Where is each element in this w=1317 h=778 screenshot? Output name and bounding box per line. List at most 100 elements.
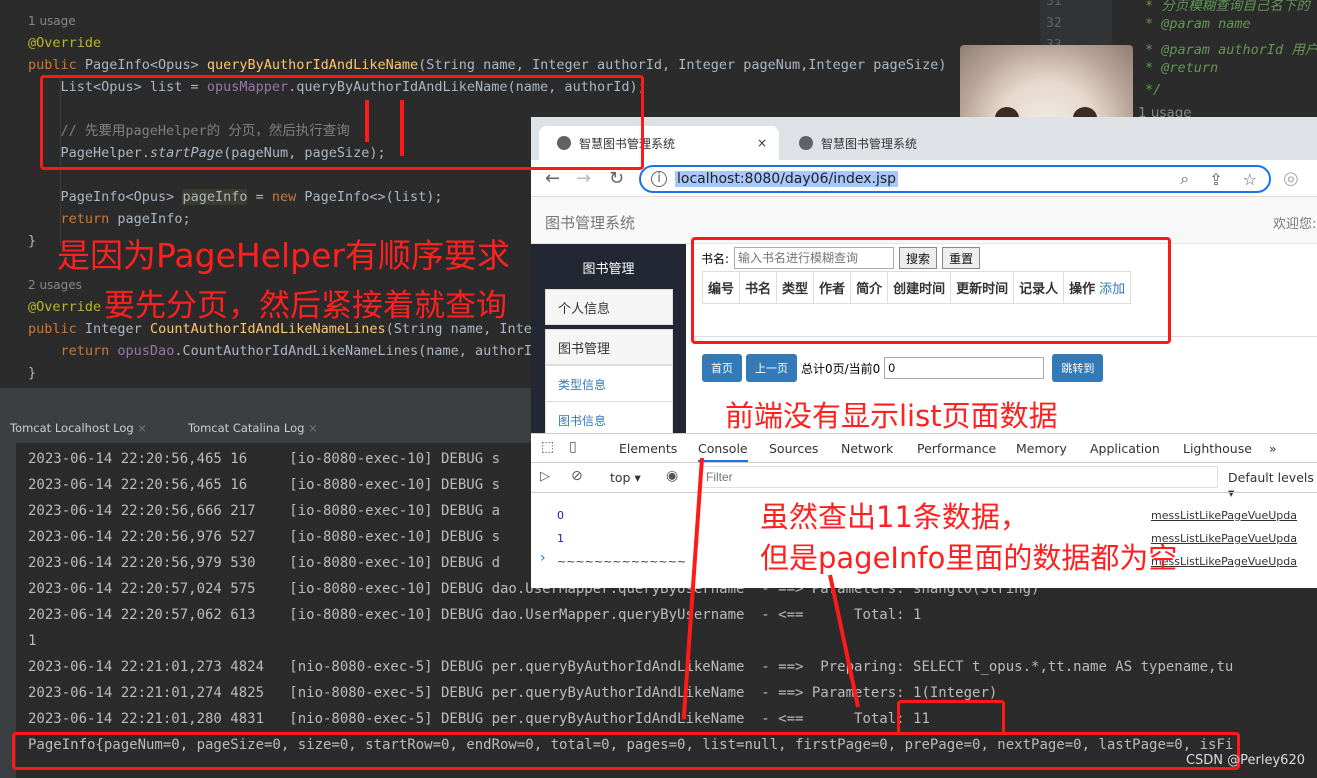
code-token: pageInfo [182,189,248,205]
page-summary: 总计0页/当前0 [801,361,881,376]
code-token: new [271,189,305,205]
console-message: 0 [557,509,564,522]
tab-tomcat-localhost-log[interactable]: Tomcat Localhost Log × [10,421,147,435]
sidebar-item-book-management[interactable]: 图书管理 [545,329,673,365]
log-levels-dropdown[interactable]: Default levels ▾ [1228,470,1317,500]
code-line[interactable]: PageInfo<Opus> pageInfo = new PageInfo<>… [28,186,443,208]
code-token: pageInfo; [117,211,191,227]
url-text[interactable]: localhost:8080/day06/index.jsp [675,171,899,187]
annotation-box-table [691,237,1171,344]
annotation-box-pageinfo [12,732,1240,770]
log-line: 2023-06-14 22:20:56,465 16 [io-8080-exec… [28,477,501,493]
line-number: 31 [1046,0,1062,9]
code-token: = [247,189,272,205]
annotation-box-code [40,75,644,170]
log-line: 2023-06-14 22:20:56,465 16 [io-8080-exec… [28,451,501,467]
sidebar-toggle-icon[interactable]: ▷ [540,469,550,484]
code-line[interactable]: } [28,362,36,384]
site-title[interactable]: 图书管理系统 [545,212,635,233]
log-line: 2023-06-14 22:21:01,273 4824 [nio-8080-e… [28,659,1234,675]
inspect-icon[interactable]: ⬚ [541,439,554,455]
devtools-tab[interactable]: Console [698,441,748,463]
code-line[interactable]: return pageInfo; [28,208,191,230]
code-line[interactable]: @Override [28,32,101,54]
jump-button[interactable]: 跳转到 [1052,354,1104,382]
code-token: PageInfo<Opus> [28,189,183,205]
globe-icon [799,136,813,150]
log-line: 2023-06-14 22:20:56,979 530 [io-8080-exe… [28,555,501,571]
browser-tab[interactable]: 智慧图书管理系统 [781,126,981,160]
code-token: } [28,233,37,249]
annotation-text: 要先分页，然后紧接着就查询 [104,288,507,324]
code-token: @Override [28,299,102,315]
share-icon[interactable]: ⇪ [1209,170,1222,189]
code-token: queryByAuthorIdAndLikeName [206,57,419,73]
device-toggle-icon[interactable]: ▯ [569,439,577,455]
code-line[interactable]: return opusDao.CountAuthorIdAndLikeNameL… [28,340,541,362]
console-message: 1 [557,532,564,545]
annotation-text: 是因为PageHelper有顺序要求 [57,236,510,275]
welcome-text: 欢迎您: [1273,217,1317,232]
code-token: .CountAuthorIdAndLikeNameLines(name, aut… [174,343,541,359]
console-message: ~~~~~~~~~~~~~~ [557,555,687,568]
reload-icon[interactable]: ↻ [609,168,624,189]
sidebar-header: 图书管理 [582,262,635,277]
bookmark-star-icon[interactable]: ☆ [1243,170,1257,189]
clear-console-icon[interactable]: ⊘ [571,468,583,484]
log-line: 2023-06-14 22:20:56,976 527 [io-8080-exe… [28,529,501,545]
devtools-tab[interactable]: Memory [1016,441,1067,456]
line-number: 32 [1046,16,1062,31]
profile-icon[interactable]: ◎ [1283,168,1299,189]
close-tab-icon[interactable]: × [757,136,767,150]
tool-window-bar: Tomcat Localhost Log × Tomcat Catalina L… [0,388,531,443]
code-token: (String name, Integer authorId, Integer … [418,57,963,73]
code-token: public [28,57,85,73]
devtools-tab[interactable]: Elements [619,441,677,456]
console-source-link[interactable]: messListLikePageVueUpda [1151,509,1297,522]
forward-icon[interactable]: → [576,168,591,189]
sidebar-link-type-info[interactable]: 类型信息 [545,365,673,402]
code-token: } [28,365,37,381]
doc-comment-line: * @param name [1145,16,1251,32]
info-icon[interactable]: i [651,171,667,187]
console-filter-input[interactable] [701,466,1218,488]
devtools-tab[interactable]: Performance [917,441,996,456]
code-token: 2 usages [28,278,82,292]
log-line: 2023-06-14 22:20:56,666 217 [io-8080-exe… [28,503,501,519]
annotation-arrow-up [365,100,369,142]
code-line[interactable]: 1 usage [28,10,76,32]
tab-tomcat-catalina-log[interactable]: Tomcat Catalina Log × [188,421,318,435]
devtools-tab[interactable]: Sources [769,441,818,456]
devtools-tab[interactable]: Application [1090,441,1160,456]
sidebar: 图书管理 个人信息 图书管理 类型信息 图书信息 [531,244,686,438]
code-token: opusDao [117,343,175,359]
watermark: CSDN @Perley620 [1185,753,1305,768]
page-number-input[interactable] [884,357,1045,379]
code-token: return [60,211,118,227]
context-selector[interactable]: top ▾ [610,470,641,485]
first-page-button[interactable]: 首页 [702,354,742,382]
sidebar-item-personal-info[interactable]: 个人信息 [545,289,673,325]
console-prompt[interactable]: › [540,550,546,566]
code-line[interactable]: public PageInfo<Opus> queryByAuthorIdAnd… [28,54,963,76]
doc-comment-line: * @param authorId 用户 [1145,42,1317,58]
devtools-tab[interactable]: Lighthouse [1183,441,1252,456]
eye-icon[interactable]: ◉ [666,468,678,484]
code-line[interactable]: } [28,230,36,252]
back-icon[interactable]: ← [545,168,560,189]
nav-bar: ← → ↻ i localhost:8080/day06/index.jsp ⌕… [531,160,1317,197]
code-token: PageInfo<Opus> [84,57,207,73]
annotation-arrow-down [400,100,404,156]
prev-page-button[interactable]: 上一页 [746,354,797,382]
devtools-tab[interactable]: Network [841,441,893,456]
annotation-text: 但是pageInfo里面的数据都为空 [760,541,1178,575]
code-line[interactable]: 2 usages [28,274,82,296]
doc-comment-line: */ [1145,82,1162,98]
devtools-tab[interactable]: » [1269,441,1277,456]
code-token: PageInfo<>(list); [304,189,443,205]
code-token: return [60,343,118,359]
code-line[interactable]: @Override [28,296,101,318]
address-bar[interactable]: i localhost:8080/day06/index.jsp ⌕ ⇪ ☆ [639,165,1271,193]
zoom-icon[interactable]: ⌕ [1180,169,1189,189]
